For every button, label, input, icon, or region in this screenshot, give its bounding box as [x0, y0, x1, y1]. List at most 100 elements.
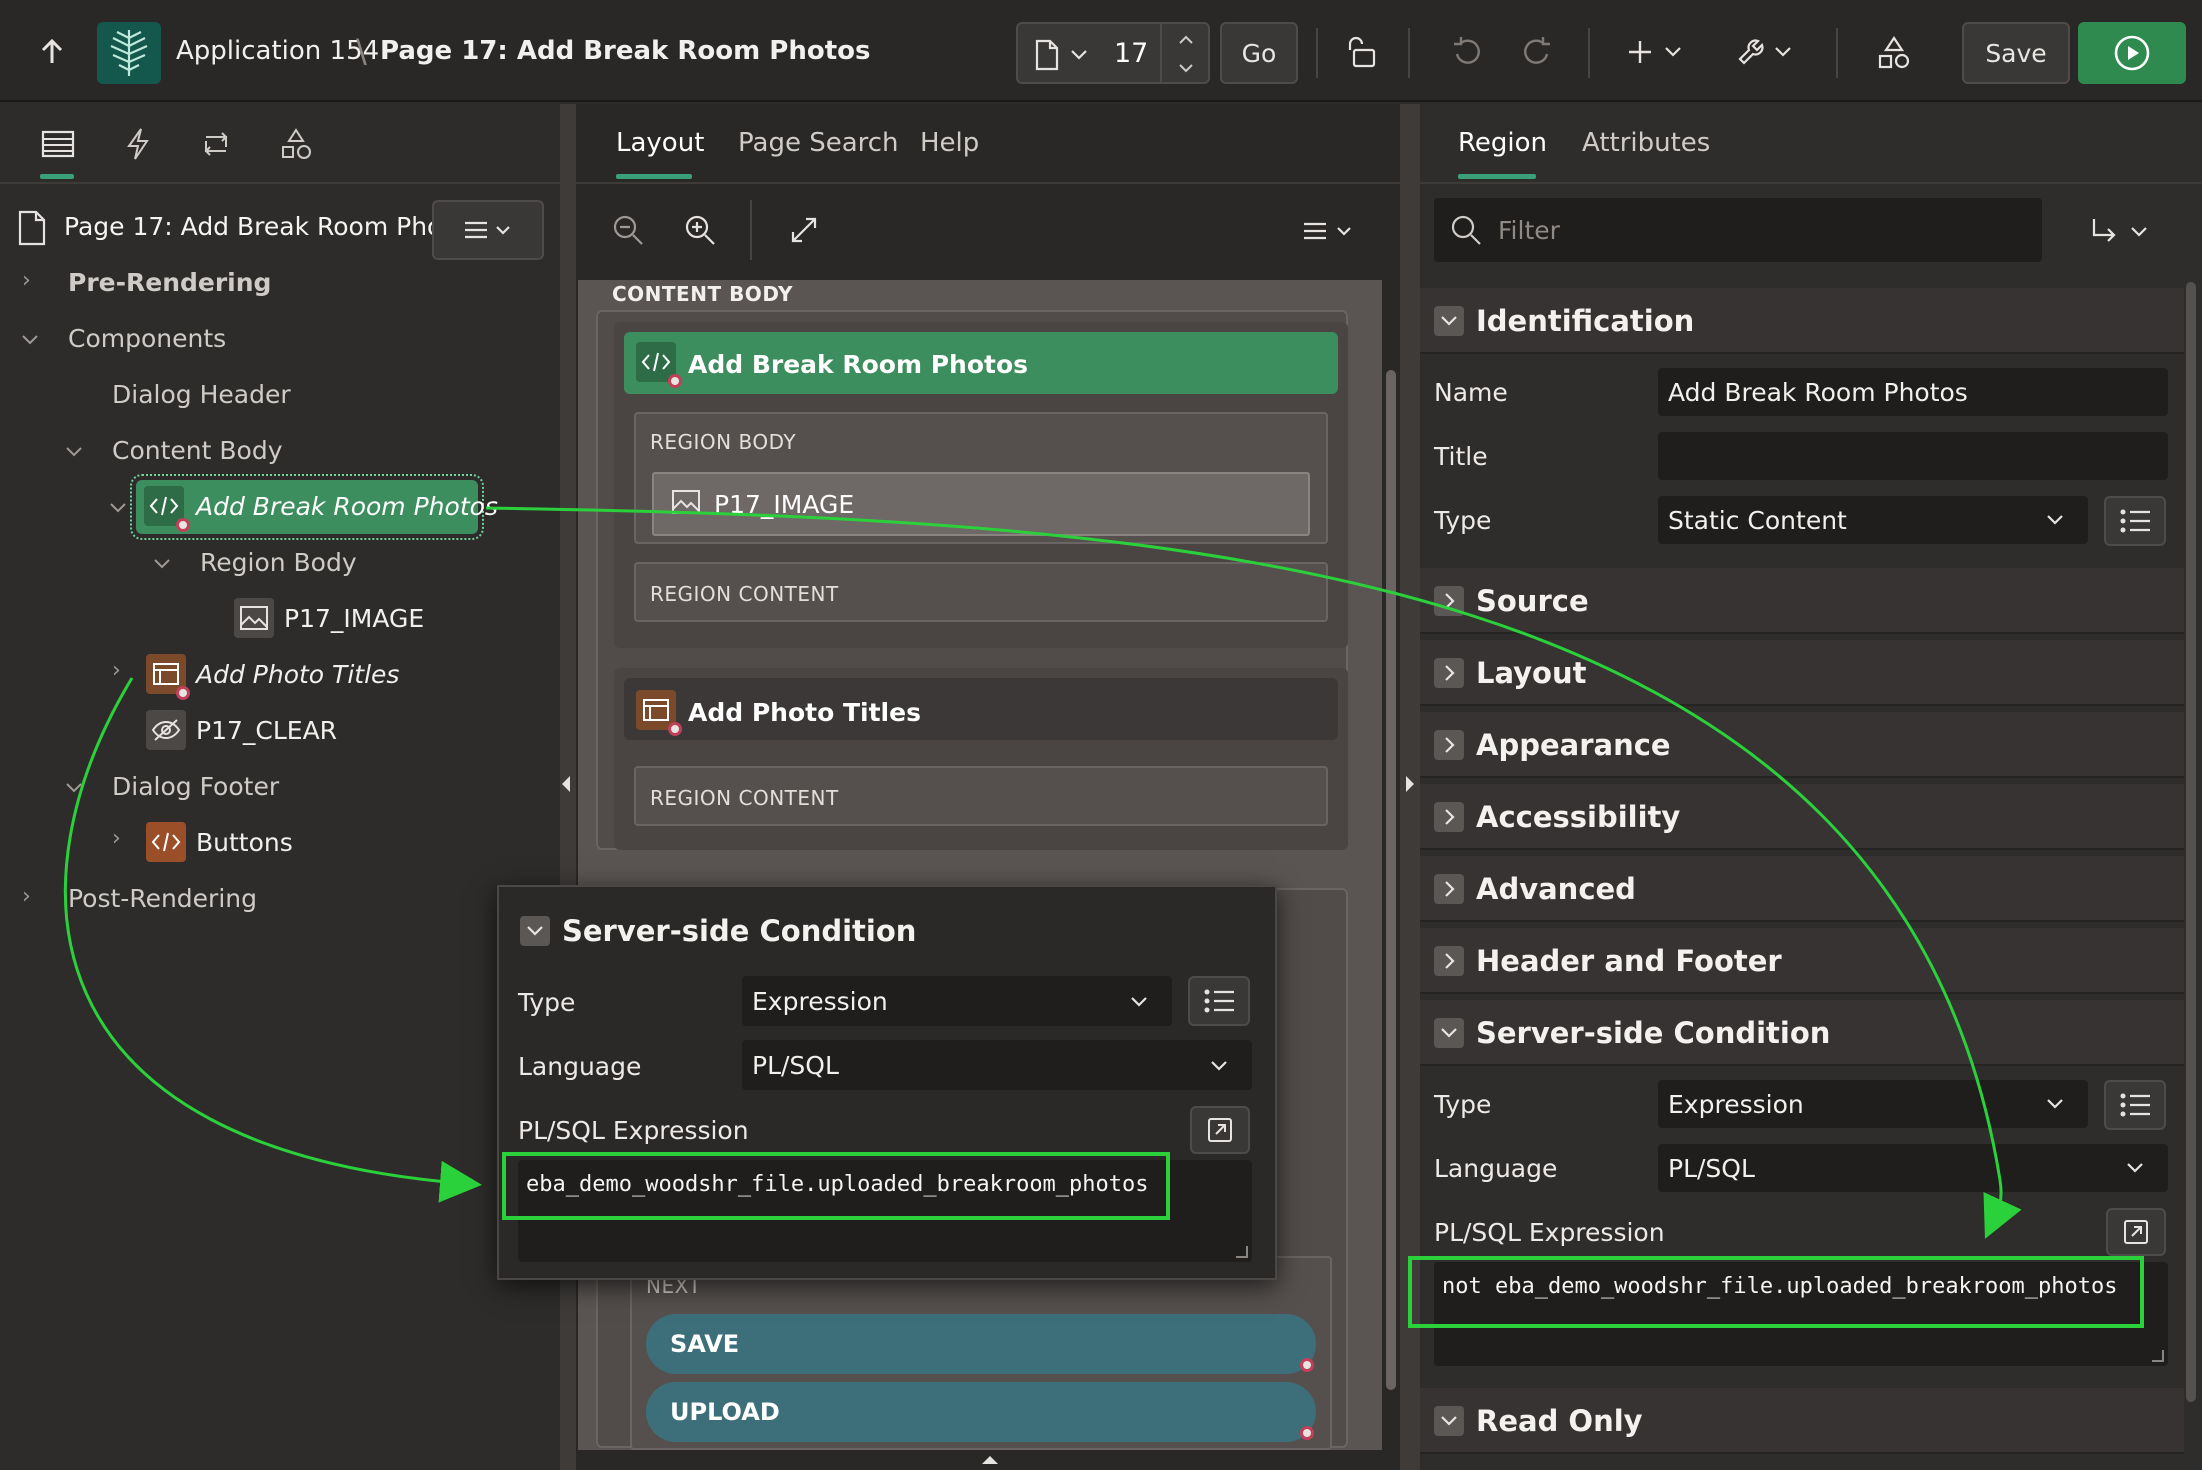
expand-arrows-icon[interactable] [784, 210, 824, 250]
expand-checkbox-icon[interactable] [1434, 586, 1464, 616]
tab-attributes[interactable]: Attributes [1582, 128, 1710, 158]
go-button[interactable]: Go [1220, 22, 1298, 84]
page-selector[interactable]: 17 [1016, 22, 1210, 84]
stepper-up-icon[interactable] [1174, 30, 1198, 50]
expand-checkbox-icon[interactable] [1434, 946, 1464, 976]
zoom-out-icon[interactable] [608, 210, 648, 250]
chevron-right-icon[interactable]: › [112, 658, 121, 683]
name-field[interactable]: Add Break Room Photos [1658, 368, 2168, 416]
image-item-icon [668, 484, 704, 520]
tree-node-post-rendering[interactable]: Post-Rendering [68, 884, 257, 913]
resize-handle-icon[interactable] [1236, 1246, 1248, 1258]
canvas-scrollbar[interactable] [1386, 370, 1396, 1390]
callout-type-select[interactable]: Expression [742, 976, 1172, 1026]
tab-page-search[interactable]: Page Search [738, 128, 899, 158]
resize-handle-icon[interactable] [2152, 1350, 2164, 1362]
tree-node-p17-image[interactable]: P17_IMAGE [284, 604, 424, 633]
expand-checkbox-icon[interactable] [1434, 802, 1464, 832]
expand-checkbox-icon[interactable] [1434, 658, 1464, 688]
chevron-right-icon[interactable]: › [112, 826, 121, 851]
arrow-up-icon[interactable] [30, 30, 74, 74]
stepper-down-icon[interactable] [1174, 58, 1198, 78]
type-label: Type [1434, 506, 1492, 535]
tree-node-components[interactable]: Components [68, 324, 226, 353]
dot-marker [668, 722, 682, 736]
dot-marker [1300, 1426, 1314, 1440]
chevron-down-icon[interactable] [62, 440, 86, 464]
list-view-button[interactable] [2104, 496, 2166, 546]
chevron-down-icon[interactable] [150, 552, 174, 576]
undo-icon[interactable] [1444, 30, 1488, 74]
layout-menu-icon[interactable] [1300, 214, 1360, 248]
collapse-right-arrow-icon[interactable] [1406, 776, 1414, 792]
dot-marker [1300, 1358, 1314, 1372]
chevron-right-icon[interactable]: › [22, 884, 31, 909]
page-number-input[interactable]: 17 [1114, 38, 1148, 69]
tab-layout[interactable]: Layout [616, 128, 704, 158]
page-file-icon [14, 208, 50, 248]
tree-node-dialog-header[interactable]: Dialog Header [112, 380, 291, 409]
list-view-button[interactable] [2104, 1080, 2166, 1130]
app-logo-icon[interactable] [97, 22, 161, 84]
tree-node-p17-clear[interactable]: P17_CLEAR [196, 716, 337, 745]
shared-components-tree-icon[interactable] [276, 124, 316, 164]
ssc-type-select[interactable]: Expression [1658, 1080, 2088, 1128]
hidden-item-icon [146, 710, 186, 750]
save-button[interactable]: Save [1962, 22, 2070, 84]
chevron-down-icon[interactable] [62, 776, 86, 800]
breadcrumb-separator: \ [356, 32, 367, 70]
collapse-checkbox-icon[interactable] [1434, 306, 1464, 336]
name-label: Name [1434, 378, 1508, 407]
collapse-left-arrow-icon[interactable] [562, 776, 570, 792]
breadcrumb-application[interactable]: Application 154 [176, 36, 379, 66]
chevron-down-icon[interactable] [106, 496, 130, 520]
tab-help[interactable]: Help [920, 128, 979, 158]
ssc-expression-text: not eba_demo_woodshr_file.uploaded_break… [1442, 1274, 2118, 1299]
type-select[interactable]: Static Content [1658, 496, 2088, 544]
ssc-language-select[interactable]: PL/SQL [1658, 1144, 2168, 1192]
go-to-group-icon[interactable] [2086, 212, 2156, 252]
callout-expression-text: eba_demo_woodshr_file.uploaded_breakroom… [526, 1172, 1149, 1197]
tree-node-region-body[interactable]: Region Body [200, 548, 357, 577]
save-page-button[interactable] [646, 1314, 1316, 1374]
property-scrollbar[interactable] [2186, 282, 2196, 1402]
tab-region[interactable]: Region [1458, 128, 1547, 158]
list-view-button[interactable] [1188, 976, 1250, 1026]
zoom-in-icon[interactable] [680, 210, 720, 250]
breadcrumb-page: Page 17: Add Break Room Photos [380, 36, 871, 66]
section-title-header-footer: Header and Footer [1476, 944, 1782, 978]
redo-icon[interactable] [1516, 30, 1560, 74]
run-page-button[interactable] [2078, 22, 2186, 84]
shared-components-icon[interactable] [1872, 30, 1916, 74]
processing-cycle-icon[interactable] [196, 124, 236, 164]
toolbar-separator [1316, 28, 1318, 78]
tree-menu-button[interactable] [432, 200, 544, 260]
code-editor-button[interactable] [2106, 1208, 2166, 1256]
chevron-down-icon[interactable] [18, 328, 42, 352]
code-editor-button[interactable] [1190, 1106, 1250, 1154]
dynamic-actions-bolt-icon[interactable] [118, 124, 158, 164]
title-field[interactable] [1658, 432, 2168, 480]
tree-node-content-body[interactable]: Content Body [112, 436, 282, 465]
chevron-right-icon[interactable]: › [22, 268, 31, 293]
expand-checkbox-icon[interactable] [1434, 730, 1464, 760]
middle-tabs-divider [576, 182, 1400, 184]
tree-node-dialog-footer[interactable]: Dialog Footer [112, 772, 279, 801]
tree-node-add-photo-titles[interactable]: Add Photo Titles [196, 660, 399, 689]
create-menu-icon[interactable] [1624, 30, 1688, 74]
section-title-layout: Layout [1476, 656, 1587, 690]
callout-type-label: Type [518, 988, 576, 1017]
rendering-tree-icon[interactable] [38, 124, 78, 164]
play-circle-icon [2112, 33, 2152, 73]
collapse-checkbox-icon[interactable] [520, 916, 550, 946]
scroll-up-arrow-icon[interactable] [982, 1456, 998, 1464]
expand-checkbox-icon[interactable] [1434, 874, 1464, 904]
utilities-wrench-icon[interactable] [1734, 30, 1798, 74]
collapse-checkbox-icon[interactable] [1434, 1018, 1464, 1048]
tree-node-buttons[interactable]: Buttons [196, 828, 293, 857]
callout-language-select[interactable]: PL/SQL [742, 1040, 1252, 1090]
tab-layout-indicator [616, 174, 692, 179]
tree-node-pre-rendering[interactable]: Pre-Rendering [68, 268, 271, 297]
collapse-checkbox-icon[interactable] [1434, 1406, 1464, 1436]
unlock-icon[interactable] [1340, 30, 1384, 74]
